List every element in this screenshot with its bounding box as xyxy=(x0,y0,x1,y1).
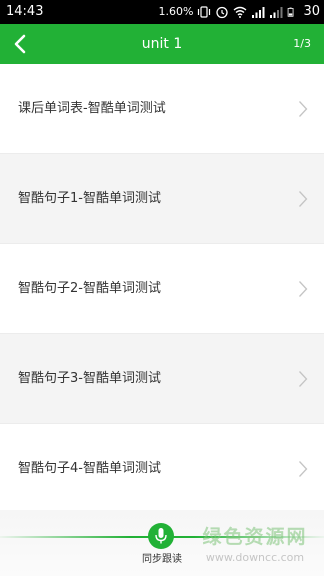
list-item[interactable]: 智酷句子1-智酷单词测试 xyxy=(0,154,324,244)
unit-list: 课后单词表-智酷单词测试 智酷句子1-智酷单词测试 智酷句子2-智酷单词测试 智… xyxy=(0,64,324,514)
watermark: 绿色资源网 www.downcc.com xyxy=(190,522,320,564)
page-title: unit 1 xyxy=(141,36,183,52)
list-item-label: 智酷句子1-智酷单词测试 xyxy=(18,191,161,206)
wifi-icon xyxy=(234,6,247,18)
signal-icon-2 xyxy=(270,7,283,18)
watermark-text: 绿色资源网 xyxy=(202,526,308,548)
app-bar: unit 1 1/3 xyxy=(0,24,324,64)
alarm-icon xyxy=(216,6,229,19)
list-item-label: 智酷句子3-智酷单词测试 xyxy=(18,371,161,386)
status-time: 14:43 xyxy=(6,4,44,19)
status-bar: 14:43 1.60% 30 xyxy=(0,0,324,24)
chevron-right-icon xyxy=(299,371,308,387)
back-button[interactable] xyxy=(6,28,34,60)
list-item-label: 课后单词表-智酷单词测试 xyxy=(18,101,166,116)
microphone-icon xyxy=(155,528,167,544)
chevron-right-icon xyxy=(299,461,308,477)
chevron-right-icon xyxy=(299,281,308,297)
list-item-label: 智酷句子2-智酷单词测试 xyxy=(18,281,161,296)
follow-read-label: 同步跟读 xyxy=(142,554,182,565)
list-item-label: 智酷句子4-智酷单词测试 xyxy=(18,461,161,476)
chevron-right-icon xyxy=(299,191,308,207)
battery-icon xyxy=(288,7,294,17)
battery-percent: 30 xyxy=(303,4,320,19)
network-speed: 1.60% xyxy=(158,5,194,18)
back-arrow-icon xyxy=(14,34,26,54)
bottom-bar: 同步跟读 绿色资源网 www.downcc.com xyxy=(0,510,324,576)
list-item[interactable]: 智酷句子3-智酷单词测试 xyxy=(0,334,324,424)
list-item[interactable]: 智酷句子4-智酷单词测试 xyxy=(0,424,324,514)
page-indicator: 1/3 xyxy=(293,37,311,50)
list-item[interactable]: 课后单词表-智酷单词测试 xyxy=(0,64,324,154)
chevron-right-icon xyxy=(299,101,308,117)
status-icons: 1.60% 30 xyxy=(159,3,321,21)
signal-icon xyxy=(252,7,265,18)
follow-read-button[interactable] xyxy=(148,523,174,549)
watermark-url: www.downcc.com xyxy=(205,551,305,564)
list-item[interactable]: 智酷句子2-智酷单词测试 xyxy=(0,244,324,334)
vibrate-icon xyxy=(198,6,211,18)
